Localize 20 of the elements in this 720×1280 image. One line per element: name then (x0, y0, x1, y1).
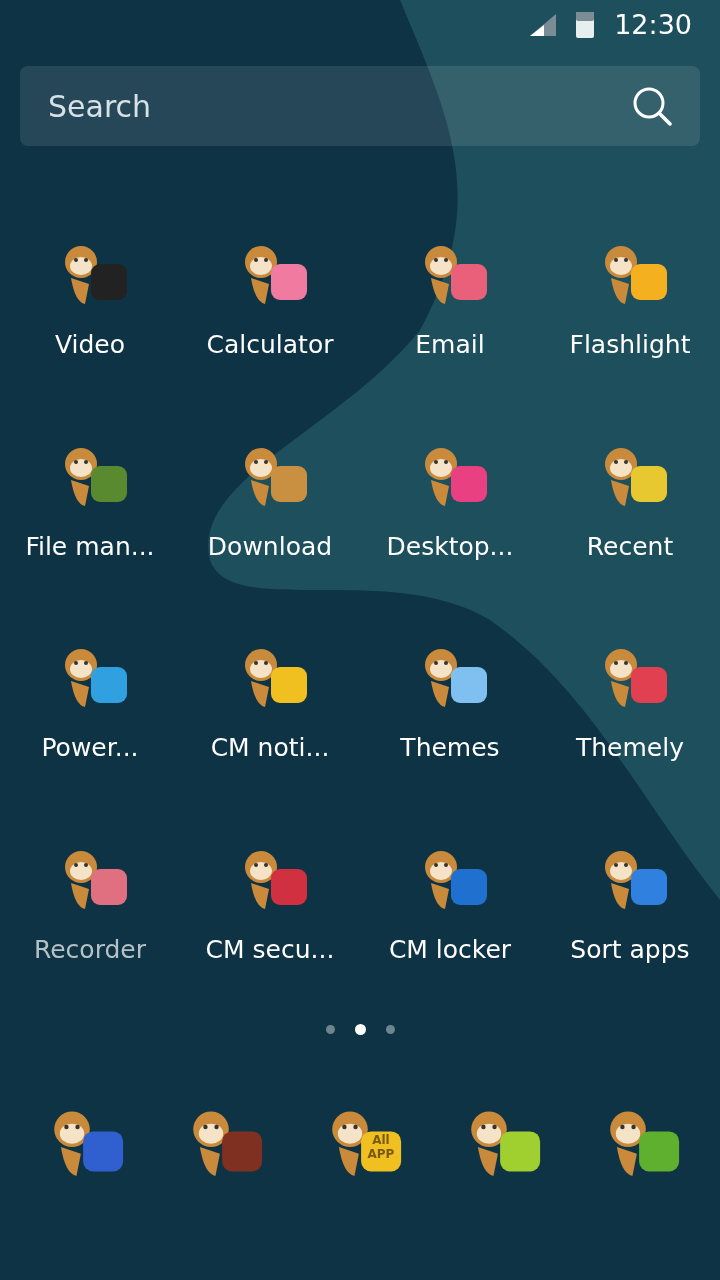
app-label[interactable]: Power... (41, 729, 139, 767)
app-label[interactable]: Flashlight (569, 326, 691, 364)
signal-icon (530, 14, 557, 36)
search-icon[interactable] (632, 86, 672, 126)
battery-icon (576, 12, 595, 38)
app-label[interactable]: Themes (400, 729, 500, 767)
app-label[interactable]: CM noti... (210, 729, 330, 767)
clock: 12:30 (614, 7, 692, 42)
app-label[interactable]: File man... (25, 527, 155, 565)
app-label[interactable]: CM locker (388, 930, 512, 968)
app-label[interactable]: Download (207, 527, 333, 565)
app-label[interactable]: Recent (586, 527, 674, 565)
app-label[interactable]: CM secu... (205, 930, 335, 968)
app-label[interactable]: Video (54, 326, 125, 364)
app-label[interactable]: Themely (576, 729, 684, 767)
app-label[interactable]: Email (415, 326, 485, 364)
app-label[interactable]: Sort apps (570, 930, 690, 968)
app-label[interactable]: Calculator (206, 326, 334, 364)
icon-caption: All APP (366, 1133, 396, 1161)
app-label[interactable]: Desktop... (386, 527, 514, 565)
